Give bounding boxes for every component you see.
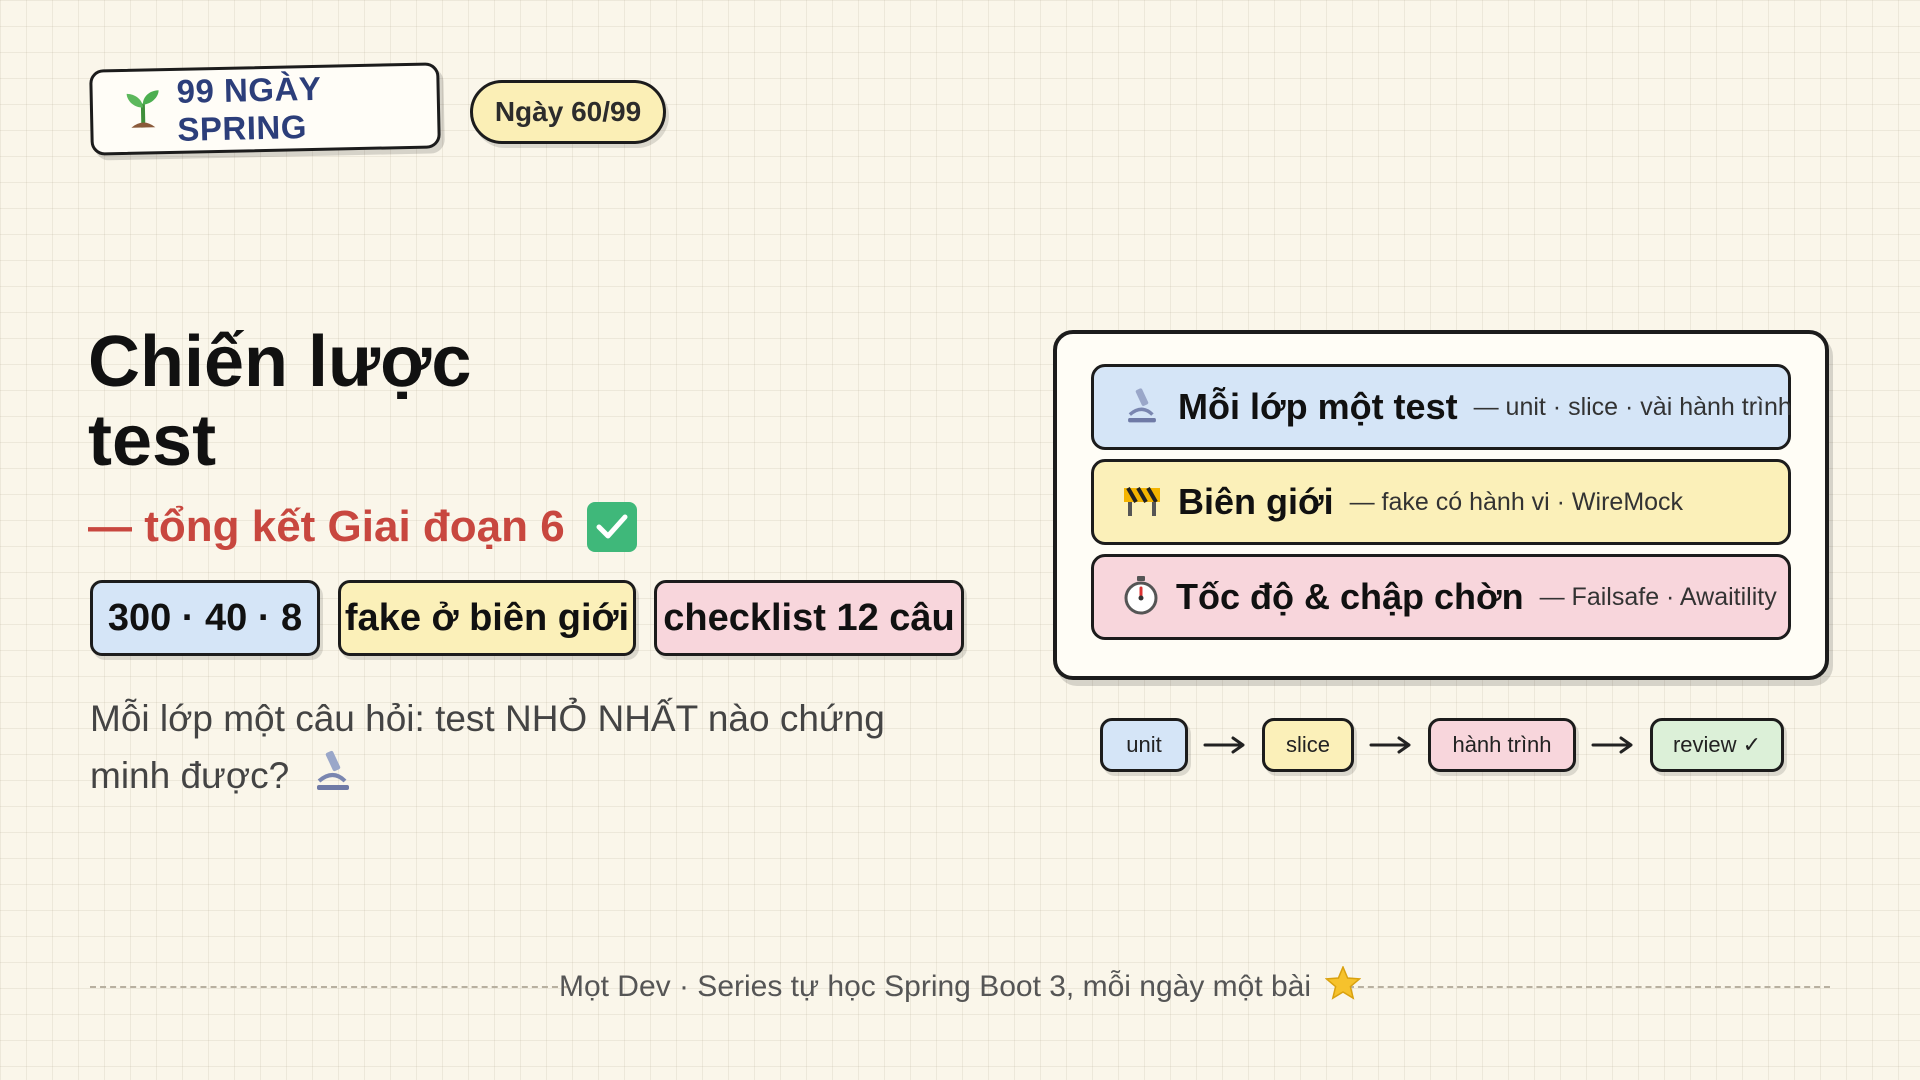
arrow-right-icon bbox=[1576, 735, 1650, 755]
page-title-line-1: Chiến lược bbox=[88, 322, 472, 402]
footer: Mọt Dev · Series tự học Spring Boot 3, m… bbox=[559, 965, 1362, 1008]
page-subtitle: — tổng kết Giai đoạn 6 bbox=[88, 502, 637, 552]
row-description: — unit · slice · vài hành trình bbox=[1473, 392, 1792, 421]
footer-divider-left bbox=[90, 986, 568, 988]
arrow-right-icon bbox=[1188, 735, 1262, 755]
barrier-icon bbox=[1122, 482, 1162, 523]
test-flow: unit slice hành trình review ✓ bbox=[1100, 718, 1784, 772]
subtitle-text: — tổng kết Giai đoạn 6 bbox=[88, 502, 565, 551]
brand-label: 99 NGÀY SPRING bbox=[176, 69, 322, 148]
stopwatch-icon bbox=[1122, 575, 1160, 620]
microscope-icon bbox=[311, 747, 355, 809]
footer-divider-right bbox=[1348, 986, 1830, 988]
row-title: Tốc độ & chập chờn bbox=[1176, 576, 1524, 617]
strategy-row-speed: Tốc độ & chập chờn — Failsafe · Awaitili… bbox=[1091, 554, 1791, 640]
flow-step-review: review ✓ bbox=[1650, 718, 1784, 772]
summary-chips: 300 · 40 · 8 fake ở biên giới checklist … bbox=[90, 580, 964, 656]
flow-step-journey: hành trình bbox=[1428, 718, 1576, 772]
arrow-right-icon bbox=[1354, 735, 1428, 755]
flow-step-unit: unit bbox=[1100, 718, 1188, 772]
page-title-line-2: test bbox=[88, 401, 217, 481]
star-icon bbox=[1324, 965, 1362, 1008]
checklist-chip: checklist 12 câu bbox=[654, 580, 964, 656]
sprout-icon bbox=[123, 87, 164, 137]
strategy-card: Mỗi lớp một test — unit · slice · vài hà… bbox=[1053, 330, 1829, 680]
row-description: — Failsafe · Awaitility bbox=[1539, 582, 1777, 611]
question-text: Mỗi lớp một câu hỏi: test NHỎ NHẤT nào c… bbox=[90, 698, 885, 796]
day-progress-badge: Ngày 60/99 bbox=[470, 80, 666, 144]
row-title: Biên giới bbox=[1178, 481, 1334, 522]
fake-border-chip: fake ở biên giới bbox=[338, 580, 636, 656]
flow-step-slice: slice bbox=[1262, 718, 1354, 772]
strategy-row-layers: Mỗi lớp một test — unit · slice · vài hà… bbox=[1091, 364, 1792, 450]
footer-text: Mọt Dev · Series tự học Spring Boot 3, m… bbox=[558, 970, 1312, 1003]
brand-badge: 99 NGÀY SPRING bbox=[89, 62, 441, 156]
row-description: — fake có hành vi · WireMock bbox=[1349, 487, 1684, 516]
guiding-question: Mỗi lớp một câu hỏi: test NHỎ NHẤT nào c… bbox=[90, 690, 950, 809]
stats-chip: 300 · 40 · 8 bbox=[90, 580, 320, 656]
strategy-row-border: Biên giới — fake có hành vi · WireMock bbox=[1091, 459, 1791, 545]
row-title: Mỗi lớp một test bbox=[1178, 386, 1458, 427]
microscope-icon bbox=[1122, 385, 1162, 430]
check-mark-icon bbox=[586, 502, 637, 552]
